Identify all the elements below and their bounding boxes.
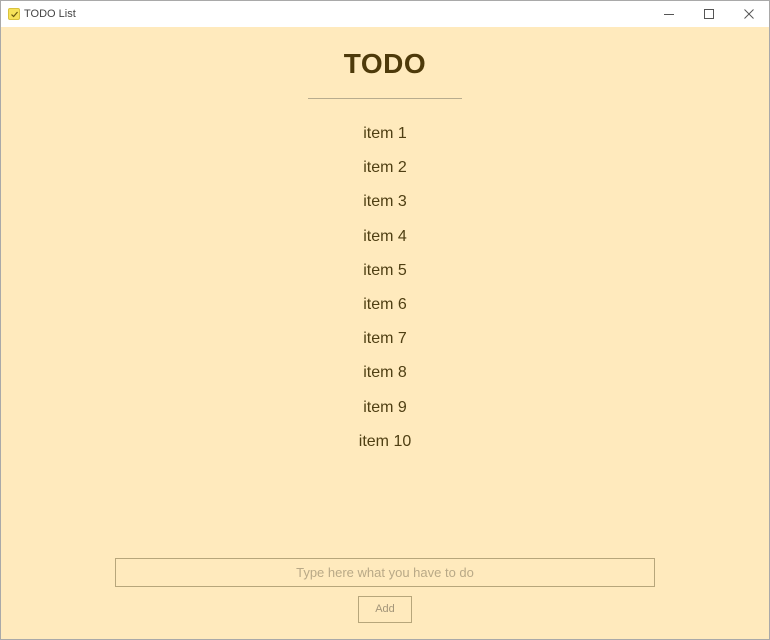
list-item[interactable]: item 1 bbox=[1, 124, 769, 158]
list-item[interactable]: item 7 bbox=[1, 329, 769, 363]
minimize-button[interactable] bbox=[649, 1, 689, 27]
title-bar[interactable]: TODO List bbox=[1, 1, 769, 27]
close-button[interactable] bbox=[729, 1, 769, 27]
list-item[interactable]: item 9 bbox=[1, 398, 769, 432]
list-item[interactable]: item 6 bbox=[1, 295, 769, 329]
list-item[interactable]: item 2 bbox=[1, 158, 769, 192]
list-item[interactable]: item 10 bbox=[1, 432, 769, 466]
app-window: TODO List TODO item 1 item 2 item 3 item… bbox=[0, 0, 770, 640]
main-content: TODO item 1 item 2 item 3 item 4 item 5 … bbox=[1, 27, 769, 639]
list-item[interactable]: item 5 bbox=[1, 261, 769, 295]
maximize-button[interactable] bbox=[689, 1, 729, 27]
minimize-icon bbox=[664, 14, 674, 15]
window-title: TODO List bbox=[24, 8, 76, 20]
add-button[interactable]: Add bbox=[358, 596, 412, 623]
list-item[interactable]: item 3 bbox=[1, 192, 769, 226]
maximize-icon bbox=[704, 9, 714, 19]
check-icon bbox=[8, 8, 20, 20]
todo-list: item 1 item 2 item 3 item 4 item 5 item … bbox=[1, 124, 769, 466]
page-title: TODO bbox=[343, 48, 427, 79]
divider bbox=[308, 98, 462, 99]
close-icon bbox=[744, 9, 754, 19]
list-item[interactable]: item 4 bbox=[1, 227, 769, 261]
todo-input[interactable] bbox=[115, 558, 655, 587]
list-item[interactable]: item 8 bbox=[1, 363, 769, 397]
